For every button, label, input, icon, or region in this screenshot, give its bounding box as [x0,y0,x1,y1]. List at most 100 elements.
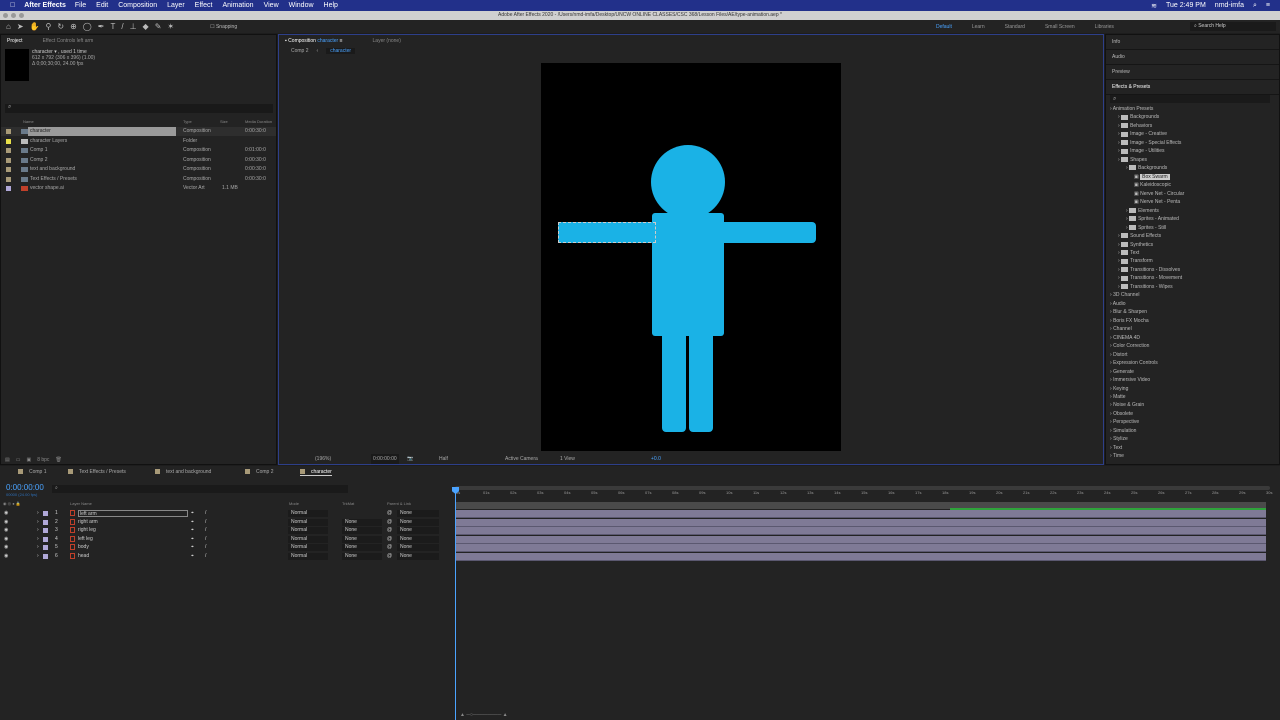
camera-dropdown[interactable]: Active Camera [505,454,538,464]
quality-switch-icon[interactable]: / [205,518,206,527]
layer-duration-bar[interactable] [456,518,1266,527]
menu-view[interactable]: View [264,2,279,9]
trkmat-dropdown[interactable]: None [342,544,382,551]
view-layout-dropdown[interactable]: 1 View [560,454,575,464]
pickwhip-icon[interactable]: @ [387,518,392,527]
layer-duration-bar[interactable] [456,544,1266,552]
parent-dropdown[interactable]: None [397,510,439,517]
effects-category[interactable]: › Transform [1118,257,1153,266]
effects-category[interactable]: › Text [1118,249,1139,258]
quality-switch-icon[interactable]: / [205,509,206,518]
new-comp-icon[interactable]: ▣ [26,457,31,463]
effects-search-input[interactable]: ⌕ [1110,95,1270,103]
layer-row[interactable]: ◉ › 6 head ⌖ / Normal None @ None [0,552,450,561]
mode-dropdown[interactable]: Normal [288,510,328,517]
spotlight-icon[interactable]: ⌕ [1253,2,1257,10]
expand-chevron-icon[interactable]: › [37,526,39,535]
effects-category[interactable]: › Stylize [1110,435,1128,444]
label-color-swatch[interactable] [6,129,11,134]
pen-tool-icon[interactable]: ✒ [98,22,105,31]
timeline-timecode[interactable]: 0:00:00:00 [6,483,44,492]
magnification-dropdown[interactable]: (196%) [315,454,331,464]
preset-item[interactable]: ▣ Kaleidoscopic [1134,181,1171,190]
effects-category[interactable]: › Color Correction [1110,342,1149,351]
resolution-dropdown[interactable]: Half [439,454,448,464]
parent-dropdown[interactable]: None [397,527,439,534]
effects-category[interactable]: › Perspective [1110,418,1139,427]
mode-dropdown[interactable]: Normal [288,535,328,543]
project-item[interactable]: Comp 1 Composition 0:01:00:0 [1,146,276,155]
preset-item[interactable]: ▣ Nerve Net - Circular [1134,190,1184,199]
visibility-eye-icon[interactable]: ◉ [4,552,8,561]
snapping-checkbox[interactable]: ☐ Snapping [210,24,237,30]
workspace-default[interactable]: Default [936,24,952,30]
timeline-tab[interactable]: character [300,469,332,476]
visibility-eye-icon[interactable]: ◉ [4,543,8,552]
effects-category[interactable]: › Behaviors [1118,122,1152,131]
col-layer-name[interactable]: Layer Name [70,500,92,508]
effects-category[interactable]: › Obsolete [1110,410,1133,419]
breadcrumb-comp-2[interactable]: Comp 2 [291,48,309,54]
camera-tool-icon[interactable]: ⊕ [70,22,77,31]
effects-category[interactable]: › Shapes [1118,156,1147,165]
shape-tool-icon[interactable]: ◯ [83,22,92,31]
mode-dropdown[interactable]: Normal [288,527,328,534]
effects-category[interactable]: › Transitions - Movement [1118,274,1182,283]
type-tool-icon[interactable]: T [110,22,115,31]
panel-info[interactable]: Info [1106,35,1279,50]
layer-duration-bar[interactable] [456,535,1266,544]
workspace-libraries[interactable]: Libraries [1095,24,1114,30]
effects-category[interactable]: › Keying [1110,385,1128,394]
menu-edit[interactable]: Edit [96,2,108,9]
quality-switch-icon[interactable]: / [205,535,206,544]
layer-label-swatch[interactable] [43,511,48,516]
roto-tool-icon[interactable]: ✎ [155,22,162,31]
effects-category[interactable]: › Matte [1110,393,1126,402]
bpc-label[interactable]: 8 bpc [37,457,49,463]
mode-dropdown[interactable]: Normal [288,552,328,560]
pickwhip-icon[interactable]: @ [387,543,392,552]
expand-chevron-icon[interactable]: › [37,552,39,561]
layer-row[interactable]: ◉ › 4 left leg ⌖ / Normal None @ None [0,535,450,544]
layer-row[interactable]: ◉ › 2 right arm ⌖ / Normal None @ None [0,518,450,527]
snapshot-icon[interactable]: 📷 [407,454,413,464]
shy-switch-icon[interactable]: ⌖ [191,552,194,561]
breadcrumb-character[interactable]: character [326,48,356,54]
effects-category[interactable]: › Audio [1110,300,1126,309]
rotate-tool-icon[interactable]: ↻ [57,22,64,31]
layer-name[interactable]: right arm [78,518,98,527]
menu-layer[interactable]: Layer [167,2,185,9]
project-item[interactable]: Text Effects / Presets Composition 0:00:30… [1,175,276,184]
layer-name[interactable]: left leg [78,535,93,544]
layer-row[interactable]: ◉ › 1 left arm ⌖ / Normal @ None [0,509,450,518]
effects-category[interactable]: › Backgrounds [1118,113,1159,122]
brush-tool-icon[interactable]: / [121,22,123,31]
effects-category[interactable]: › Image - Utilities [1118,147,1165,156]
quality-switch-icon[interactable]: / [205,552,206,561]
parent-dropdown[interactable]: None [397,552,439,560]
quality-switch-icon[interactable]: / [205,526,206,535]
tab-project[interactable]: Project [7,35,23,47]
timeline-tab[interactable]: Text Effects / Presets [68,469,126,475]
col-trkmat[interactable]: TrkMat [342,500,354,508]
parent-dropdown[interactable]: None [397,544,439,551]
project-item[interactable]: text and background Composition 0:00:30:0 [1,165,276,174]
expand-chevron-icon[interactable]: › [37,535,39,544]
effects-category[interactable]: › Text [1110,444,1122,453]
figure-right-leg[interactable] [662,333,686,432]
project-item[interactable]: Comp 2 Composition 0:00:30:0 [1,156,276,165]
shy-switch-icon[interactable]: ⌖ [191,518,194,527]
trash-icon[interactable]: 🗑 [55,457,61,463]
comp-canvas[interactable] [541,63,841,451]
label-color-swatch[interactable] [6,157,11,163]
effects-category[interactable]: › Animation Presets [1110,105,1153,114]
effects-category[interactable]: › Time [1110,452,1124,461]
tab-layer[interactable]: Layer (none) [373,35,401,47]
mode-dropdown[interactable]: Normal [288,544,328,551]
menu-effect[interactable]: Effect [195,2,213,9]
pickwhip-icon[interactable]: @ [387,509,392,518]
home-icon[interactable]: ⌂ [6,22,11,31]
effects-category[interactable]: › Channel [1110,325,1132,334]
shy-switch-icon[interactable]: ⌖ [191,526,194,535]
selection-tool-icon[interactable]: ➤ [17,22,24,31]
